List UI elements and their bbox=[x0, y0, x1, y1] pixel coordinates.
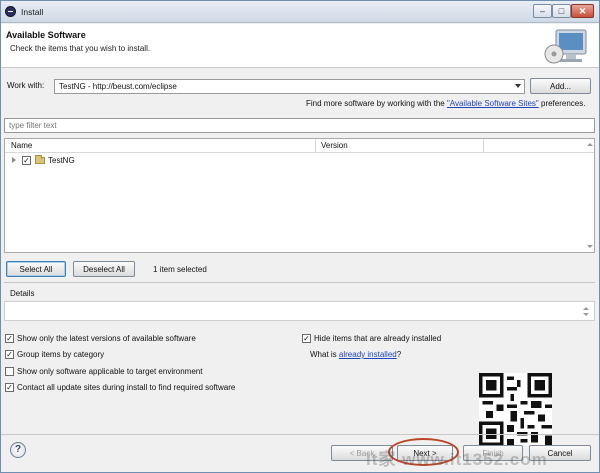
scroll-down-icon[interactable] bbox=[587, 245, 593, 248]
deselect-all-button[interactable]: Deselect All bbox=[73, 261, 135, 277]
option-contact-update-sites[interactable]: ✓ Contact all update sites during instal… bbox=[5, 382, 285, 394]
details-area[interactable] bbox=[4, 301, 595, 321]
group-by-category-checkbox[interactable]: ✓ bbox=[5, 350, 14, 359]
what-is-suffix: ? bbox=[396, 350, 402, 359]
scroll-up-icon[interactable] bbox=[587, 143, 593, 146]
column-divider[interactable] bbox=[483, 139, 484, 153]
header-banner: Available Software Check the items that … bbox=[1, 24, 599, 68]
latest-versions-checkbox[interactable]: ✓ bbox=[5, 334, 14, 343]
group-by-category-label: Group items by category bbox=[17, 350, 105, 359]
scroll-down-icon[interactable] bbox=[583, 313, 589, 316]
divider bbox=[1, 434, 599, 435]
hide-installed-checkbox[interactable]: ✓ bbox=[302, 334, 311, 343]
applicable-only-checkbox[interactable] bbox=[5, 367, 14, 376]
work-with-combo[interactable]: TestNG - http://beust.com/eclipse bbox=[54, 79, 525, 94]
what-is-installed: What is already installed? bbox=[310, 350, 401, 359]
minimize-button[interactable]: – bbox=[533, 4, 552, 18]
page-description: Check the items that you wish to install… bbox=[10, 44, 151, 53]
find-more-suffix: preferences. bbox=[538, 99, 586, 108]
eclipse-icon bbox=[5, 6, 16, 17]
close-button[interactable]: ✕ bbox=[571, 4, 594, 18]
latest-versions-label: Show only the latest versions of availab… bbox=[17, 334, 196, 343]
scroll-up-icon[interactable] bbox=[583, 307, 589, 310]
add-site-button[interactable]: Add... bbox=[530, 78, 591, 94]
already-installed-link[interactable]: already installed bbox=[339, 350, 397, 359]
install-dialog: Install – □ ✕ Available Software Check t… bbox=[0, 0, 600, 473]
work-with-value: TestNG - http://beust.com/eclipse bbox=[59, 82, 177, 91]
page-title: Available Software bbox=[6, 30, 86, 40]
contact-update-sites-checkbox[interactable]: ✓ bbox=[5, 383, 14, 392]
find-more-prefix: Find more software by working with the bbox=[306, 99, 447, 108]
window-title: Install bbox=[21, 7, 44, 17]
column-header-version[interactable]: Version bbox=[321, 141, 348, 150]
divider bbox=[4, 282, 595, 283]
vertical-scrollbar[interactable] bbox=[584, 139, 594, 252]
software-tree-table[interactable]: Name Version ✓ TestNG bbox=[4, 138, 595, 253]
expand-arrow-icon[interactable] bbox=[12, 157, 16, 163]
maximize-button[interactable]: □ bbox=[552, 4, 571, 18]
chevron-down-icon[interactable] bbox=[515, 84, 521, 88]
row-name: TestNG bbox=[48, 156, 75, 165]
table-header: Name Version bbox=[5, 139, 594, 153]
what-is-prefix: What is bbox=[310, 350, 339, 359]
option-latest-versions[interactable]: ✓ Show only the latest versions of avail… bbox=[5, 333, 285, 345]
folder-icon bbox=[35, 155, 45, 164]
option-hide-installed[interactable]: ✓ Hide items that are already installed bbox=[302, 333, 502, 345]
title-bar[interactable]: Install – □ ✕ bbox=[1, 1, 599, 23]
applicable-only-label: Show only software applicable to target … bbox=[17, 367, 203, 376]
find-more-text: Find more software by working with the "… bbox=[306, 99, 585, 108]
select-all-button[interactable]: Select All bbox=[6, 261, 66, 277]
install-monitor-icon bbox=[544, 29, 587, 64]
column-divider[interactable] bbox=[315, 139, 316, 153]
option-applicable-only[interactable]: Show only software applicable to target … bbox=[5, 366, 285, 378]
option-group-by-category[interactable]: ✓ Group items by category bbox=[5, 349, 285, 361]
table-row[interactable]: ✓ TestNG bbox=[5, 154, 594, 167]
row-checkbox[interactable]: ✓ bbox=[22, 156, 31, 165]
work-with-label: Work with: bbox=[7, 81, 45, 90]
contact-update-sites-label: Contact all update sites during install … bbox=[17, 383, 236, 392]
hide-installed-label: Hide items that are already installed bbox=[314, 334, 442, 343]
help-icon[interactable]: ? bbox=[10, 442, 26, 458]
available-software-sites-link[interactable]: "Available Software Sites" bbox=[447, 99, 539, 108]
details-label: Details bbox=[10, 289, 35, 298]
qr-code-icon bbox=[479, 373, 552, 446]
selection-status: 1 item selected bbox=[153, 265, 207, 274]
column-header-name[interactable]: Name bbox=[11, 141, 32, 150]
filter-input[interactable]: type filter text bbox=[4, 118, 595, 133]
watermark-text: it家 www.it1352.com bbox=[366, 450, 548, 469]
